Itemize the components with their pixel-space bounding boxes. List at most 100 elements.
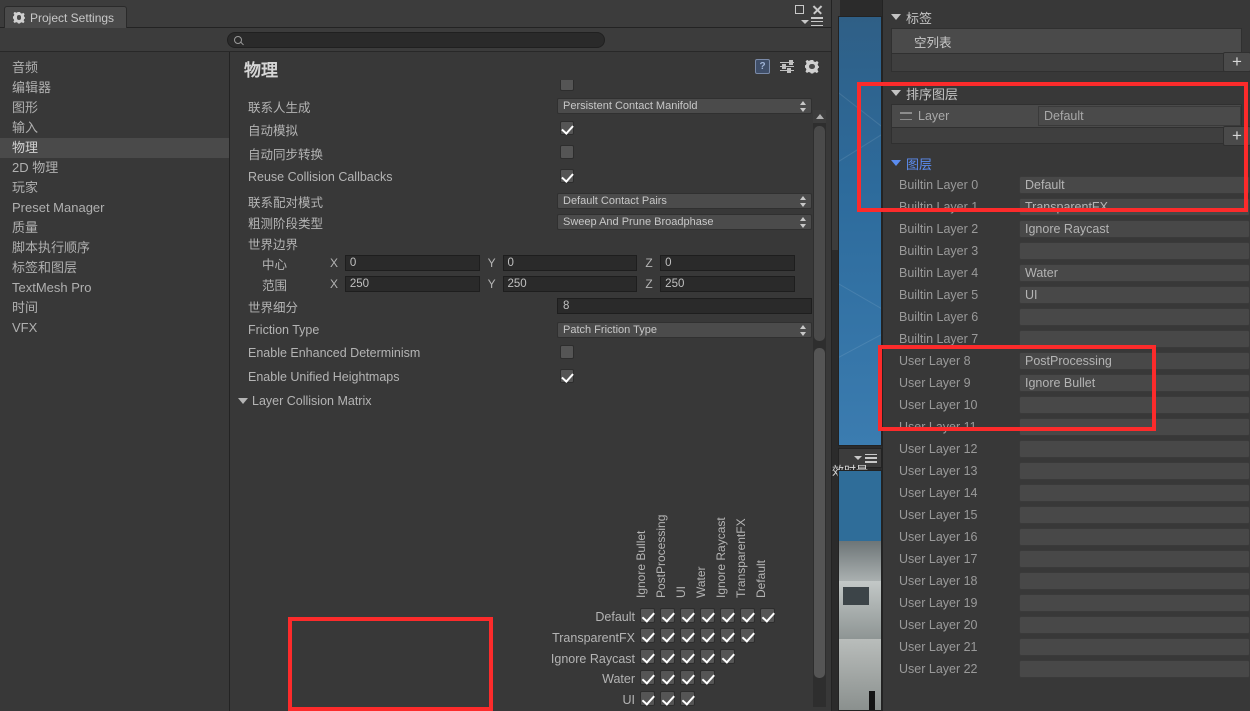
layer-row[interactable]: Builtin Layer 3 bbox=[883, 240, 1250, 262]
matrix-cb-2-4[interactable] bbox=[720, 649, 735, 664]
drag-handle-icon[interactable] bbox=[900, 112, 912, 120]
layer-row[interactable]: User Layer 21 bbox=[883, 636, 1250, 658]
layer-row[interactable]: Builtin Layer 5 UI bbox=[883, 284, 1250, 306]
layer-row[interactable]: User Layer 11 bbox=[883, 416, 1250, 438]
checkbox-enable-unified-heightmaps[interactable] bbox=[560, 369, 574, 383]
checkbox-auto-simulation[interactable] bbox=[560, 121, 574, 135]
layer-value-input[interactable] bbox=[1019, 638, 1250, 656]
matrix-cb-1-1[interactable] bbox=[660, 628, 675, 643]
matrix-cb-3-2[interactable] bbox=[680, 670, 695, 685]
layer-row[interactable]: User Layer 22 bbox=[883, 658, 1250, 680]
layer-row[interactable]: Builtin Layer 7 bbox=[883, 328, 1250, 350]
sidebar-item-editor[interactable]: 编辑器 bbox=[0, 78, 229, 98]
layer-value-input[interactable] bbox=[1019, 462, 1250, 480]
game-view-preview[interactable] bbox=[838, 470, 882, 711]
scene-view-viewport[interactable] bbox=[838, 16, 882, 446]
layer-value-input[interactable] bbox=[1019, 330, 1250, 348]
content-scrollbar-thumb[interactable] bbox=[814, 348, 825, 678]
matrix-cb-0-6[interactable] bbox=[760, 608, 775, 623]
layer-row[interactable]: User Layer 18 bbox=[883, 570, 1250, 592]
matrix-cb-2-2[interactable] bbox=[680, 649, 695, 664]
scroll-up-arrow[interactable] bbox=[813, 110, 826, 123]
matrix-cb-4-0[interactable] bbox=[640, 691, 655, 706]
vector3-center[interactable]: X 0 Y 0 Z 0 bbox=[330, 255, 803, 271]
layer-row[interactable]: User Layer 16 bbox=[883, 526, 1250, 548]
dropdown-contact-generation[interactable]: Persistent Contact Manifold bbox=[557, 98, 812, 114]
gear-icon[interactable] bbox=[805, 60, 819, 74]
matrix-cb-3-3[interactable] bbox=[700, 670, 715, 685]
section-header-sorting-layers[interactable]: 排序图层 bbox=[883, 82, 1250, 104]
layer-value-input[interactable] bbox=[1019, 396, 1250, 414]
dropdown-contact-pairs-mode[interactable]: Default Contact Pairs bbox=[557, 193, 812, 209]
row-layer-collision-matrix-foldout[interactable]: Layer Collision Matrix bbox=[230, 391, 831, 411]
layer-value-input[interactable] bbox=[1019, 660, 1250, 678]
layer-value-input[interactable]: Ignore Raycast bbox=[1019, 220, 1250, 238]
center-x-input[interactable]: 0 bbox=[344, 255, 480, 271]
sidebar-item-player[interactable]: 玩家 bbox=[0, 178, 229, 198]
sidebar-item-time[interactable]: 时间 bbox=[0, 298, 229, 318]
sidebar-item-physics-2d[interactable]: 2D 物理 bbox=[0, 158, 229, 178]
sorting-layer-row[interactable]: Layer Default bbox=[891, 104, 1242, 128]
layer-row[interactable]: User Layer 20 bbox=[883, 614, 1250, 636]
layer-row[interactable]: User Layer 17 bbox=[883, 548, 1250, 570]
matrix-cb-1-5[interactable] bbox=[740, 628, 755, 643]
row-enable-enhanced-determinism[interactable]: Enable Enhanced Determinism bbox=[230, 343, 831, 363]
window-menu-button[interactable] bbox=[801, 17, 823, 26]
extent-z-input[interactable]: 250 bbox=[660, 276, 796, 292]
maximize-icon[interactable] bbox=[795, 5, 804, 14]
matrix-cb-0-1[interactable] bbox=[660, 608, 675, 623]
sidebar-item-script-execution-order[interactable]: 脚本执行顺序 bbox=[0, 238, 229, 258]
layer-value-input[interactable]: PostProcessing bbox=[1019, 352, 1250, 370]
row-world-subdivisions[interactable]: 世界细分 8 bbox=[230, 296, 831, 316]
layer-value-input[interactable] bbox=[1019, 572, 1250, 590]
help-icon[interactable]: ? bbox=[755, 59, 770, 74]
matrix-cb-0-5[interactable] bbox=[740, 608, 755, 623]
layer-value-input[interactable] bbox=[1019, 440, 1250, 458]
layer-value-input[interactable] bbox=[1019, 418, 1250, 436]
chevron-down-icon[interactable] bbox=[854, 456, 862, 460]
layer-value-input[interactable] bbox=[1019, 308, 1250, 326]
layer-row[interactable]: User Layer 8 PostProcessing bbox=[883, 350, 1250, 372]
layer-value-input[interactable]: Ignore Bullet bbox=[1019, 374, 1250, 392]
layer-row[interactable]: Builtin Layer 2 Ignore Raycast bbox=[883, 218, 1250, 240]
matrix-cb-1-3[interactable] bbox=[700, 628, 715, 643]
layer-value-input[interactable] bbox=[1019, 484, 1250, 502]
checkbox-auto-sync-transforms[interactable] bbox=[560, 145, 574, 159]
center-y-input[interactable]: 0 bbox=[502, 255, 638, 271]
foldout-layer-collision-matrix[interactable]: Layer Collision Matrix bbox=[238, 394, 371, 408]
layer-row[interactable]: User Layer 12 bbox=[883, 438, 1250, 460]
matrix-cb-4-1[interactable] bbox=[660, 691, 675, 706]
add-sorting-layer-button[interactable]: + bbox=[1223, 126, 1250, 146]
layer-row[interactable]: Builtin Layer 0 Default bbox=[883, 174, 1250, 196]
layer-value-input[interactable]: Default bbox=[1019, 176, 1250, 194]
clipped-checkbox[interactable] bbox=[560, 80, 574, 91]
window-buttons[interactable] bbox=[795, 4, 823, 15]
layer-row[interactable]: User Layer 13 bbox=[883, 460, 1250, 482]
row-world-bounds-extent[interactable]: 范围 X 250 Y 250 Z 250 bbox=[230, 274, 831, 294]
matrix-cb-0-4[interactable] bbox=[720, 608, 735, 623]
matrix-cb-2-0[interactable] bbox=[640, 649, 655, 664]
matrix-cb-0-2[interactable] bbox=[680, 608, 695, 623]
layer-row[interactable]: User Layer 9 Ignore Bullet bbox=[883, 372, 1250, 394]
sidebar-item-physics[interactable]: 物理 bbox=[0, 138, 229, 158]
tab-project-settings[interactable]: Project Settings bbox=[4, 6, 128, 28]
matrix-cb-3-0[interactable] bbox=[640, 670, 655, 685]
layer-value-input[interactable] bbox=[1019, 242, 1250, 260]
dropdown-friction-type[interactable]: Patch Friction Type bbox=[557, 322, 812, 338]
row-broadphase-type[interactable]: 粗测阶段类型 Sweep And Prune Broadphase bbox=[230, 212, 831, 232]
layer-row[interactable]: Builtin Layer 6 bbox=[883, 306, 1250, 328]
row-contact-generation[interactable]: 联系人生成 Persistent Contact Manifold bbox=[230, 96, 831, 116]
layer-value-input[interactable] bbox=[1019, 528, 1250, 546]
matrix-cb-2-1[interactable] bbox=[660, 649, 675, 664]
sidebar-item-graphics[interactable]: 图形 bbox=[0, 98, 229, 118]
sidebar-item-input[interactable]: 输入 bbox=[0, 118, 229, 138]
section-header-layers[interactable]: 图层 bbox=[883, 152, 1250, 174]
layer-value-input[interactable]: UI bbox=[1019, 286, 1250, 304]
row-contact-pairs-mode[interactable]: 联系配对模式 Default Contact Pairs bbox=[230, 191, 831, 211]
add-tag-button[interactable]: + bbox=[1223, 52, 1250, 72]
search-input[interactable] bbox=[226, 31, 605, 48]
center-z-input[interactable]: 0 bbox=[660, 255, 796, 271]
layer-value-input[interactable] bbox=[1019, 550, 1250, 568]
sorting-layer-value-input[interactable]: Default bbox=[1038, 106, 1241, 126]
matrix-cb-1-2[interactable] bbox=[680, 628, 695, 643]
